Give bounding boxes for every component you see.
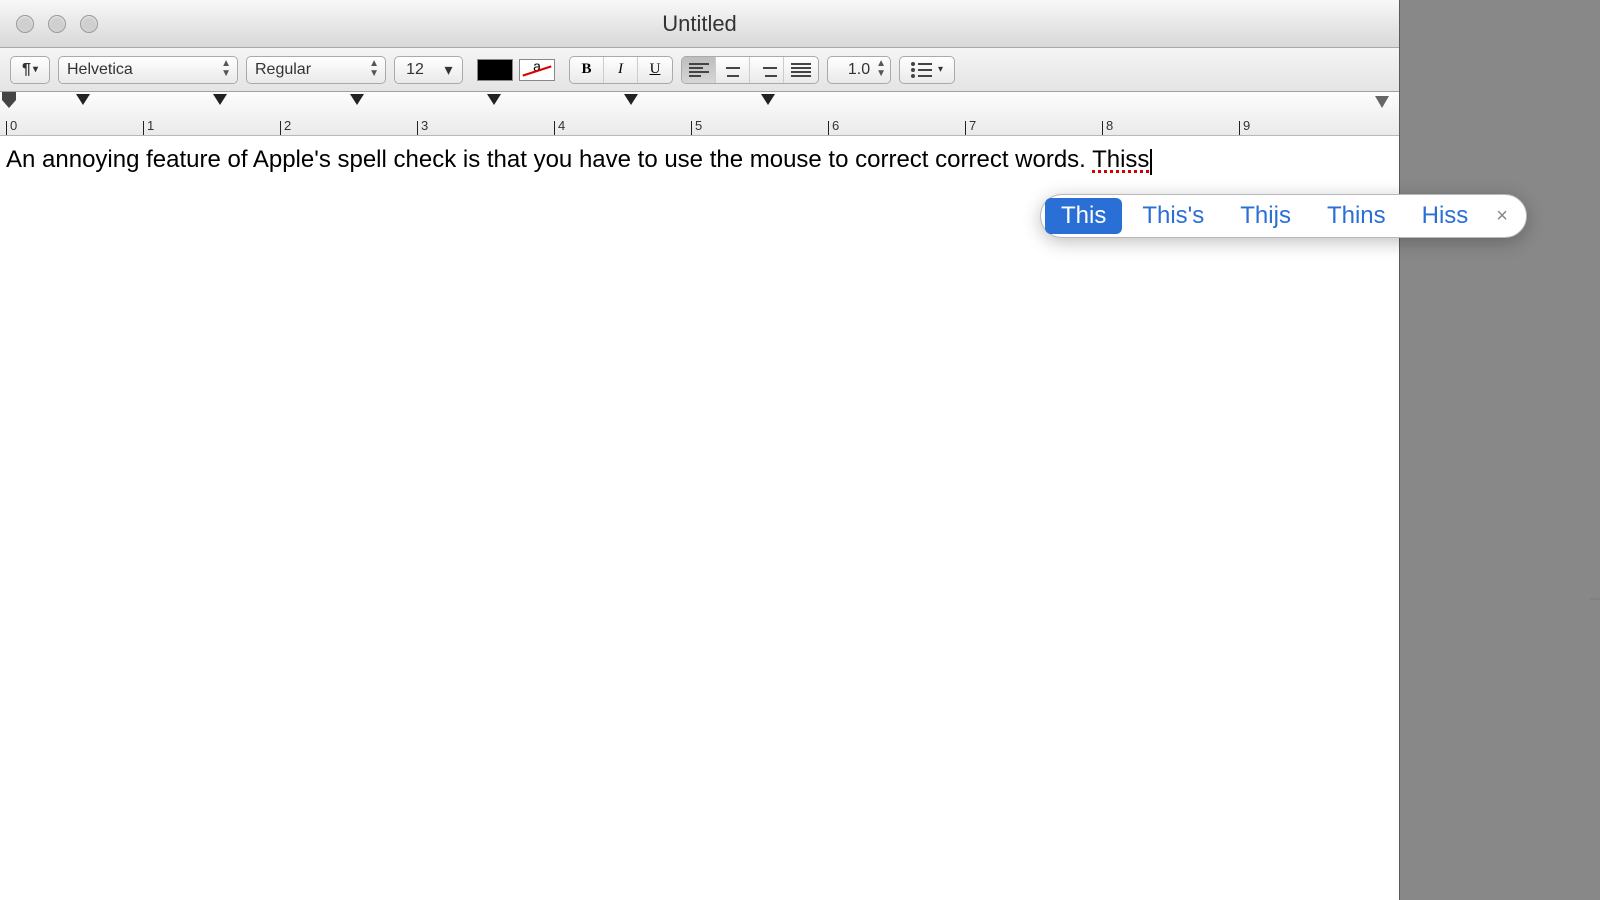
- ruler-tick-label: 2: [284, 118, 291, 133]
- align-center-button[interactable]: [716, 57, 750, 83]
- align-right-icon: [757, 63, 777, 77]
- ruler-tick-label: 0: [10, 118, 17, 133]
- sidebar-value: 37: [1590, 384, 1600, 446]
- background-list-fragment: 3536373839 40: [1590, 260, 1600, 670]
- suggestion-thijs[interactable]: Thijs: [1224, 198, 1307, 234]
- tab-stop[interactable]: [761, 94, 775, 105]
- tab-stop[interactable]: [487, 94, 501, 105]
- font-weight-value: Regular: [255, 61, 311, 79]
- close-suggestions-button[interactable]: ×: [1490, 205, 1514, 228]
- tab-stop[interactable]: [213, 94, 227, 105]
- sidebar-value: 40: [1590, 608, 1600, 670]
- font-style-group: B I U: [569, 56, 673, 84]
- font-size-input[interactable]: 12: [394, 56, 436, 84]
- suggestion-this[interactable]: This: [1045, 198, 1122, 234]
- tab-stop[interactable]: [76, 94, 90, 105]
- styles-button[interactable]: ¶▾: [10, 56, 50, 84]
- tab-stop[interactable]: [350, 94, 364, 105]
- font-family-value: Helvetica: [67, 61, 133, 79]
- line-spacing-select[interactable]: 1.0 ▲▼: [827, 56, 891, 84]
- list-style-select[interactable]: ▾: [899, 56, 955, 84]
- font-weight-select[interactable]: Regular ▲▼: [246, 56, 386, 84]
- chevron-down-icon: ▾: [938, 64, 943, 75]
- stepper-arrows-icon: ▲▼: [369, 59, 379, 79]
- spelling-suggestions-popup: ThisThis'sThijsThinsHiss×: [1040, 194, 1527, 238]
- sidebar-value: 39: [1590, 508, 1600, 570]
- stepper-arrows-icon: ▲▼: [876, 59, 886, 79]
- tab-stop[interactable]: [624, 94, 638, 105]
- suggestion-thiss[interactable]: This's: [1126, 198, 1220, 234]
- text-caret: [1150, 149, 1152, 175]
- align-justify-icon: [791, 63, 811, 77]
- background-color-swatch[interactable]: [519, 59, 555, 81]
- bullet-list-icon: [911, 62, 932, 78]
- ruler-tick-label: 4: [558, 118, 565, 133]
- bold-button[interactable]: B: [570, 57, 604, 83]
- sidebar-value: 38: [1590, 446, 1600, 508]
- document-area[interactable]: An annoying feature of Apple's spell che…: [0, 136, 1399, 900]
- align-justify-button[interactable]: [784, 57, 818, 83]
- align-right-button[interactable]: [750, 57, 784, 83]
- misspelled-word[interactable]: Thiss: [1092, 146, 1149, 173]
- paragraph-mark-icon: ¶: [22, 61, 31, 79]
- ruler-tick-label: 9: [1243, 118, 1250, 133]
- ruler-tick-label: 7: [969, 118, 976, 133]
- titlebar: Untitled: [0, 0, 1399, 48]
- underline-button[interactable]: U: [638, 57, 672, 83]
- textedit-window: Untitled ¶▾ Helvetica ▲▼ Regular ▲▼ 12 ▾…: [0, 0, 1400, 900]
- align-center-icon: [723, 63, 743, 77]
- left-indent-marker[interactable]: [2, 92, 16, 108]
- sidebar-value: 36: [1590, 322, 1600, 384]
- ruler-tick-label: 3: [421, 118, 428, 133]
- formatting-toolbar: ¶▾ Helvetica ▲▼ Regular ▲▼ 12 ▾ B I U: [0, 48, 1399, 92]
- ruler-tick-label: 8: [1106, 118, 1113, 133]
- chevron-down-icon: ▾: [444, 60, 452, 80]
- document-text: An annoying feature of Apple's spell che…: [6, 146, 1092, 173]
- line-spacing-value: 1.0: [848, 61, 870, 79]
- font-size-stepper[interactable]: ▾: [435, 56, 463, 84]
- align-left-icon: [689, 63, 709, 77]
- alignment-group: [681, 56, 819, 84]
- align-left-button[interactable]: [682, 57, 716, 83]
- suggestion-thins[interactable]: Thins: [1311, 198, 1402, 234]
- italic-button[interactable]: I: [604, 57, 638, 83]
- ruler-tick-label: 1: [147, 118, 154, 133]
- font-family-select[interactable]: Helvetica ▲▼: [58, 56, 238, 84]
- suggestion-hiss[interactable]: Hiss: [1406, 198, 1485, 234]
- right-indent-marker[interactable]: [1375, 96, 1389, 108]
- ruler-tick-label: 5: [695, 118, 702, 133]
- text-color-swatch[interactable]: [477, 59, 513, 81]
- ruler[interactable]: 0 1 2 3 4 5 6 7 8 9: [0, 92, 1399, 136]
- window-title: Untitled: [0, 11, 1399, 37]
- ruler-tick-label: 6: [832, 118, 839, 133]
- sidebar-value: 35: [1590, 260, 1600, 322]
- stepper-arrows-icon: ▲▼: [221, 59, 231, 79]
- chevron-down-icon: ▾: [33, 64, 38, 75]
